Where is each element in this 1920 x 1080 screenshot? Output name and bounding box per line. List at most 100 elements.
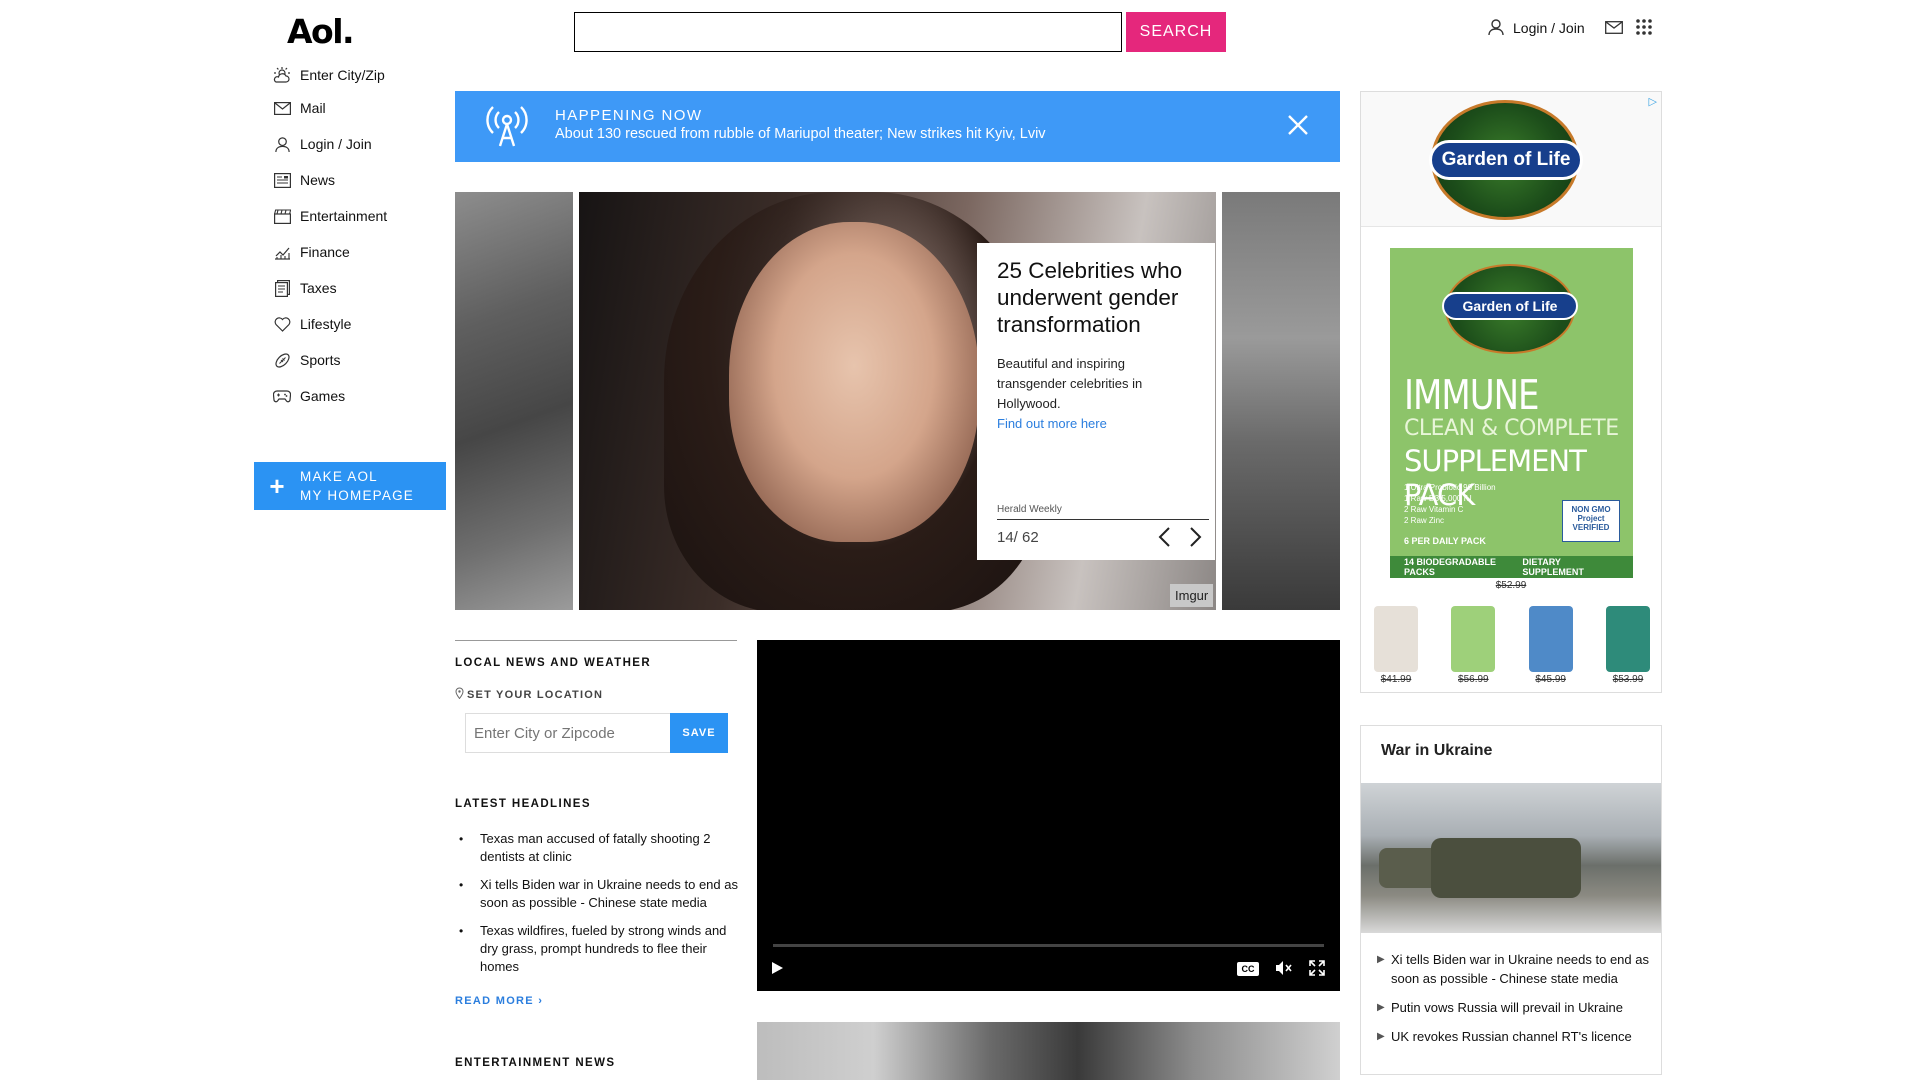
news-icon (272, 170, 292, 190)
sidebar-item-entertainment[interactable]: Entertainment (272, 198, 472, 234)
product-image (1605, 606, 1650, 672)
product-item[interactable]: $41.99 (1371, 606, 1421, 685)
product-type: DIETARY SUPPLEMENT (1522, 557, 1584, 577)
sidebar-item-label: Sports (300, 352, 341, 368)
product-price: $56.99 (1458, 674, 1489, 685)
read-more-link[interactable]: READ MORE › (455, 995, 543, 1007)
plus-icon: + (269, 471, 285, 501)
slideshow-card: 25 Celebrities who underwent gender tran… (977, 243, 1215, 560)
sidebar-item-finance[interactable]: Finance (272, 234, 472, 270)
chevron-left-icon[interactable] (1157, 526, 1171, 553)
banner-headline[interactable]: About 130 rescued from rubble of Mariupo… (555, 126, 1046, 142)
carousel-prev-slide-image[interactable] (455, 192, 573, 610)
ad-choices-icon[interactable]: ▷ (1649, 95, 1657, 108)
list-item[interactable]: Putin vows Russia will prevail in Ukrain… (1377, 998, 1657, 1017)
module-title[interactable]: War in Ukraine (1381, 742, 1492, 760)
chevron-right-icon[interactable] (1189, 526, 1203, 553)
list-item[interactable]: UK revokes Russian channel RT's licence (1377, 1027, 1657, 1046)
sidebar-item-label: Games (300, 388, 346, 404)
list-item[interactable]: Texas wildfires, fueled by strong winds … (455, 922, 740, 976)
aol-logo[interactable]: Aol. (287, 12, 355, 51)
weather-icon (272, 65, 292, 85)
divider (997, 519, 1209, 520)
gamepad-icon (272, 386, 292, 406)
main-product-price: $52.99 (1495, 580, 1527, 591)
header-login-label: Login / Join (1513, 20, 1585, 36)
sidebar-item-label: Entertainment (300, 208, 388, 224)
sidebar-item-label: Finance (300, 244, 350, 260)
list-item[interactable]: Xi tells Biden war in Ukraine needs to e… (1377, 950, 1657, 988)
product-box-footer: 14 BIODEGRADABLE PACKS DIETARY SUPPLEMEN… (1390, 556, 1633, 578)
local-news-title: LOCAL NEWS AND WEATHER (455, 657, 652, 669)
portrait-face (729, 222, 979, 542)
advertisement[interactable]: ▷ Garden of Life Garden of Life IMMUNE C… (1360, 91, 1662, 693)
product-price: $53.99 (1612, 674, 1644, 685)
mail-icon[interactable] (1605, 21, 1623, 39)
location-pin-icon (455, 687, 464, 702)
ukraine-news-image[interactable] (1361, 783, 1661, 933)
sidebar-item-lifestyle[interactable]: Lifestyle (272, 306, 472, 342)
broadcast-icon (479, 106, 535, 153)
video-player[interactable]: CC (757, 640, 1340, 991)
non-gmo-badge: NON GMO Project VERIFIED (1562, 500, 1620, 542)
ingredient-item: 1 Raw D3 5,000 IU (1404, 494, 1472, 503)
make-homepage-button[interactable]: + MAKE AOL MY HOMEPAGE (254, 462, 446, 510)
ukraine-headlines-list: Xi tells Biden war in Ukraine needs to e… (1377, 950, 1657, 1056)
image-tank (1431, 838, 1581, 898)
ingredient-list: 1 Ultra Probiotic 90 Billion 1 Raw D3 5,… (1404, 482, 1496, 526)
video-thumbnail[interactable] (757, 1022, 1340, 1080)
sidebar-item-label: News (300, 172, 336, 188)
latest-headlines-list: Texas man accused of fatally shooting 2 … (455, 830, 740, 986)
war-in-ukraine-module: War in Ukraine Xi tells Biden war in Ukr… (1360, 725, 1662, 1075)
happening-now-banner[interactable]: HAPPENING NOW About 130 rescued from rub… (455, 91, 1340, 162)
user-icon (272, 134, 292, 154)
make-homepage-label: MAKE AOL MY HOMEPAGE (300, 467, 414, 505)
football-icon (272, 350, 292, 370)
product-name-line2: CLEAN & COMPLETE (1404, 416, 1619, 441)
zip-input[interactable] (465, 713, 671, 753)
save-location-button[interactable]: SAVE (670, 713, 728, 753)
product-item[interactable]: $56.99 (1448, 606, 1498, 685)
product-item[interactable]: $53.99 (1603, 606, 1653, 685)
sidebar-item-news[interactable]: News (272, 162, 472, 198)
product-box[interactable]: Garden of Life IMMUNE CLEAN & COMPLETE S… (1390, 248, 1633, 578)
banner-title: HAPPENING NOW (555, 107, 703, 124)
header-login-link[interactable]: Login / Join (1487, 18, 1585, 38)
product-image (1528, 606, 1573, 672)
captions-button[interactable]: CC (1237, 962, 1259, 976)
sidebar-item-weather[interactable]: Enter City/Zip (272, 60, 472, 90)
list-item[interactable]: Xi tells Biden war in Ukraine needs to e… (455, 876, 740, 912)
sidebar-item-login[interactable]: Login / Join (272, 126, 472, 162)
sidebar-item-taxes[interactable]: Taxes (272, 270, 472, 306)
slideshow-link[interactable]: Find out more here (997, 414, 1195, 434)
video-progress-bar[interactable] (773, 944, 1324, 947)
search-input[interactable] (574, 12, 1122, 52)
user-icon (1487, 18, 1505, 39)
sidebar-item-sports[interactable]: Sports (272, 342, 472, 378)
fullscreen-icon[interactable] (1309, 960, 1325, 981)
search-button[interactable]: SEARCH (1126, 12, 1226, 52)
taxes-icon (272, 278, 292, 298)
heart-icon (272, 314, 292, 334)
set-location-link[interactable]: SET YOUR LOCATION (455, 687, 603, 702)
brand-logo-text: Garden of Life (1429, 140, 1583, 180)
latest-headlines-title: LATEST HEADLINES (455, 798, 591, 810)
close-icon[interactable] (1287, 114, 1309, 141)
slideshow-title[interactable]: 25 Celebrities who underwent gender tran… (997, 257, 1195, 338)
sidebar-item-mail[interactable]: Mail (272, 90, 472, 126)
carousel-next-slide-image[interactable] (1222, 192, 1340, 610)
product-item[interactable]: $45.99 (1526, 606, 1576, 685)
list-item[interactable]: Texas man accused of fatally shooting 2 … (455, 830, 740, 866)
product-image (1374, 606, 1418, 672)
entertainment-news-title: ENTERTAINMENT NEWS (455, 1057, 616, 1069)
apps-grid-icon[interactable] (1635, 18, 1653, 41)
slideshow-counter: 14/ 62 (997, 529, 1039, 546)
mute-icon[interactable] (1275, 960, 1293, 981)
sidebar-item-label: Enter City/Zip (300, 67, 385, 83)
sidebar-item-games[interactable]: Games (272, 378, 472, 414)
ingredient-item: 2 Raw Vitamin C (1404, 505, 1464, 514)
ingredient-item: 2 Raw Zinc (1404, 516, 1445, 525)
image-credit: Imgur (1170, 584, 1214, 607)
product-price: $41.99 (1380, 674, 1412, 685)
play-icon[interactable] (769, 960, 785, 981)
